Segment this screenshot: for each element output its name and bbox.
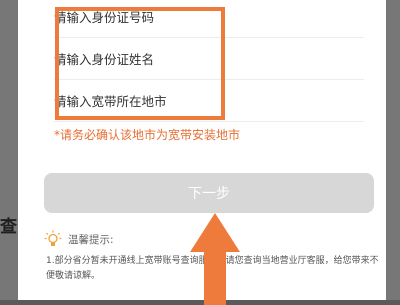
tips-title: 温馨提示: [68, 234, 114, 246]
city-warning-text: *请务必确认该地市为宽带安装地市 [54, 128, 241, 142]
divider [54, 121, 364, 122]
annotation-arrow-icon [190, 213, 240, 305]
annotation-highlight-box [55, 7, 225, 120]
lightbulb-icon [44, 230, 62, 246]
next-step-button[interactable]: 下一步 [44, 173, 374, 213]
